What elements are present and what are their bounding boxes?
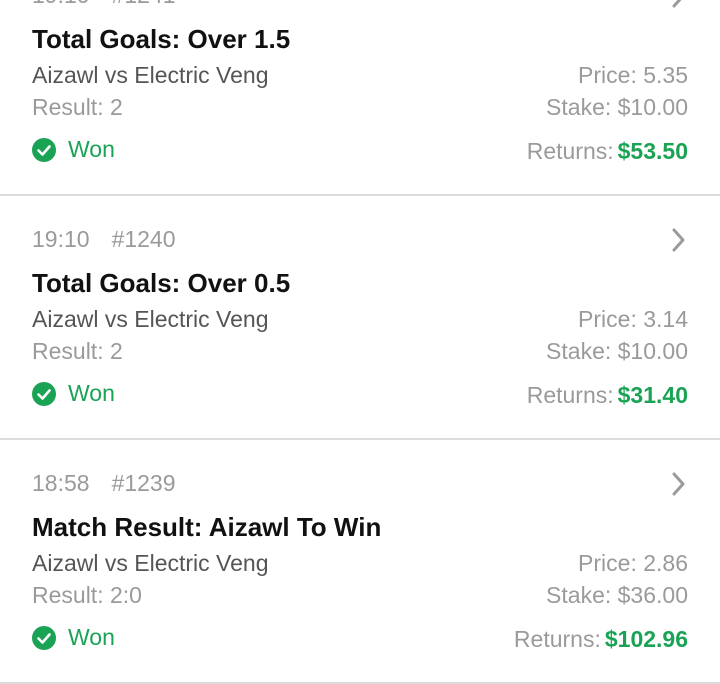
bet-stake: Stake: $36.00	[546, 582, 688, 608]
bet-returns: Returns: $53.50	[527, 138, 688, 165]
bet-stake: Stake: $10.00	[546, 338, 688, 364]
bet-id: #1241	[112, 0, 176, 8]
bet-meta: 19:10 #1240	[32, 226, 176, 253]
returns-label: Returns:	[526, 382, 614, 408]
bet-status: Won	[32, 624, 115, 651]
bet-card[interactable]: 19:10 #1240 Total Goals: Over 0.5 Aizawl …	[0, 196, 720, 440]
bet-status-label: Won	[68, 624, 115, 650]
chevron-right-icon[interactable]	[670, 0, 688, 10]
chevron-right-icon[interactable]	[670, 470, 688, 498]
bet-time: 19:10	[32, 226, 90, 252]
bet-returns: Returns: $102.96	[514, 626, 688, 653]
bet-event: Aizawl vs Electric Veng	[32, 550, 269, 576]
returns-value: $53.50	[617, 138, 688, 164]
check-circle-icon	[32, 381, 56, 406]
bet-card[interactable]: 19:10 #1241 Total Goals: Over 1.5 Aizawl …	[0, 0, 720, 196]
bet-result: Result: 2	[32, 94, 123, 120]
bet-status: Won	[32, 136, 115, 163]
bet-price: Price: 3.14	[578, 306, 688, 332]
bet-time: 19:10	[32, 0, 90, 8]
bet-market: Match Result: Aizawl To Win	[32, 512, 382, 542]
bet-status: Won	[32, 380, 115, 407]
bet-meta: 19:10 #1241	[32, 0, 176, 9]
bet-result: Result: 2	[32, 338, 123, 364]
bet-event: Aizawl vs Electric Veng	[32, 62, 269, 88]
bet-market: Total Goals: Over 0.5	[32, 268, 291, 298]
returns-label: Returns:	[526, 138, 614, 164]
check-circle-icon	[32, 625, 56, 650]
bet-id: #1240	[111, 226, 176, 252]
bet-status-label: Won	[68, 380, 115, 406]
bet-returns: Returns: $31.40	[527, 382, 688, 409]
bet-price: Price: 2.86	[578, 550, 688, 576]
check-circle-icon	[32, 137, 56, 162]
bet-card[interactable]: 18:58 #1239 Match Result: Aizawl To Win A…	[0, 440, 720, 684]
bet-meta: 18:58 #1239	[32, 470, 176, 497]
bet-time: 18:58	[32, 470, 90, 496]
bet-stake: Stake: $10.00	[546, 94, 688, 120]
chevron-right-icon[interactable]	[670, 226, 688, 254]
bet-status-label: Won	[68, 136, 115, 162]
bet-event: Aizawl vs Electric Veng	[32, 306, 269, 332]
bet-result: Result: 2:0	[32, 582, 142, 608]
bet-price: Price: 5.35	[578, 62, 688, 88]
returns-value: $102.96	[604, 626, 688, 652]
returns-label: Returns:	[513, 626, 601, 652]
bet-id: #1239	[111, 470, 176, 496]
bet-market: Total Goals: Over 1.5	[32, 24, 291, 54]
returns-value: $31.40	[617, 382, 688, 408]
